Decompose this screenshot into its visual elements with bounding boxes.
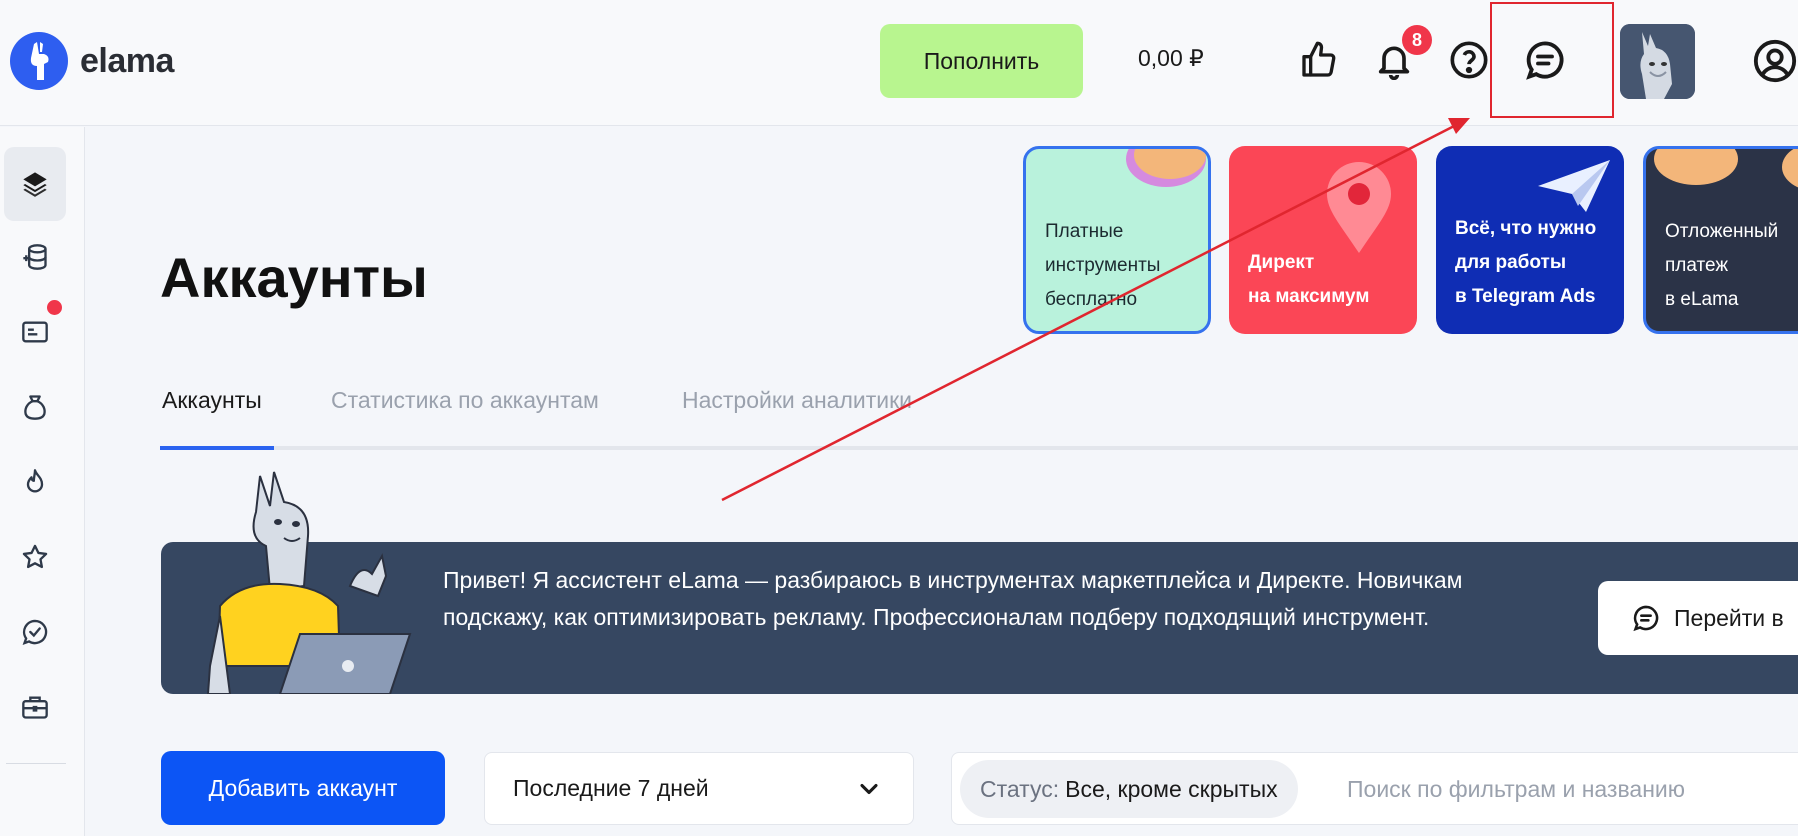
chat-icon <box>1633 605 1659 632</box>
promo-card-telegram-ads[interactable]: Всё, что нужно для работы в Telegram Ads <box>1436 146 1624 334</box>
tabs: Аккаунты Статистика по аккаунтам Настрой… <box>160 382 1798 450</box>
star-icon <box>22 544 48 569</box>
tab-account-stats[interactable]: Статистика по аккаунтам <box>331 387 599 414</box>
profile-icon[interactable] <box>1752 38 1798 89</box>
layers-icon <box>23 172 47 197</box>
period-select[interactable]: Последние 7 дней <box>484 752 914 825</box>
map-pin-icon <box>1327 162 1391 253</box>
logo-text: elama <box>80 41 174 80</box>
sidebar-item-check[interactable] <box>4 595 66 669</box>
sidebar-item-briefcase[interactable] <box>4 670 66 744</box>
database-icon <box>23 244 47 270</box>
top-header: elama Пополнить 0,00 ₽ 8 <box>0 0 1798 126</box>
promo-card-free-tools[interactable]: Платные инструменты бесплатно <box>1023 146 1211 334</box>
go-to-assistant-button[interactable]: Перейти в <box>1598 581 1798 655</box>
active-tab-underline <box>160 446 274 450</box>
search-input[interactable] <box>1347 765 1787 813</box>
avatar[interactable] <box>1620 24 1695 99</box>
help-icon[interactable] <box>1444 35 1494 85</box>
coins-icon <box>1654 149 1798 188</box>
sidebar-notification-dot <box>47 300 62 315</box>
notification-badge: 8 <box>1402 25 1432 55</box>
promo-card-direct[interactable]: Директ на максимум <box>1229 146 1417 334</box>
sidebar-item-star[interactable] <box>4 520 66 594</box>
llama-mascot-illustration <box>206 471 412 694</box>
briefcase-icon <box>22 696 48 719</box>
fire-icon <box>26 469 44 493</box>
promo-card-deferred-payment[interactable]: Отложенный платеж в eLama <box>1643 146 1798 334</box>
balance-value[interactable]: 0,00 ₽ <box>1138 45 1204 72</box>
card-icon <box>22 321 48 343</box>
banner-text: Привет! Я ассистент eLama — разбираюсь в… <box>443 567 1463 630</box>
logo[interactable]: elama <box>10 32 174 90</box>
sidebar-item-money[interactable] <box>4 370 66 444</box>
sidebar-item-database[interactable] <box>4 220 66 294</box>
filter-bar: Статус: Все, кроме скрытых <box>951 752 1798 825</box>
tab-analytics-settings[interactable]: Настройки аналитики <box>682 387 912 414</box>
sidebar-item-fire[interactable] <box>4 445 66 519</box>
status-filter-chip[interactable]: Статус: Все, кроме скрытых <box>960 760 1298 818</box>
sidebar-item-layers[interactable] <box>4 147 66 221</box>
tab-accounts[interactable]: Аккаунты <box>162 387 262 414</box>
coin-icon <box>1126 149 1206 187</box>
paper-plane-icon <box>1538 160 1610 212</box>
page-title: Аккаунты <box>160 246 428 309</box>
like-icon[interactable] <box>1294 35 1344 85</box>
chevron-down-icon <box>860 783 878 795</box>
money-bag-icon <box>24 395 46 420</box>
topup-button[interactable]: Пополнить <box>880 24 1083 98</box>
check-circle-icon <box>22 619 48 645</box>
period-value: Последние 7 дней <box>513 775 709 801</box>
add-account-button[interactable]: Добавить аккаунт <box>161 751 445 825</box>
sidebar-divider <box>6 763 66 764</box>
logo-llama-icon <box>10 32 68 90</box>
sidebar <box>0 127 85 836</box>
annotation-highlight-box <box>1490 2 1614 118</box>
